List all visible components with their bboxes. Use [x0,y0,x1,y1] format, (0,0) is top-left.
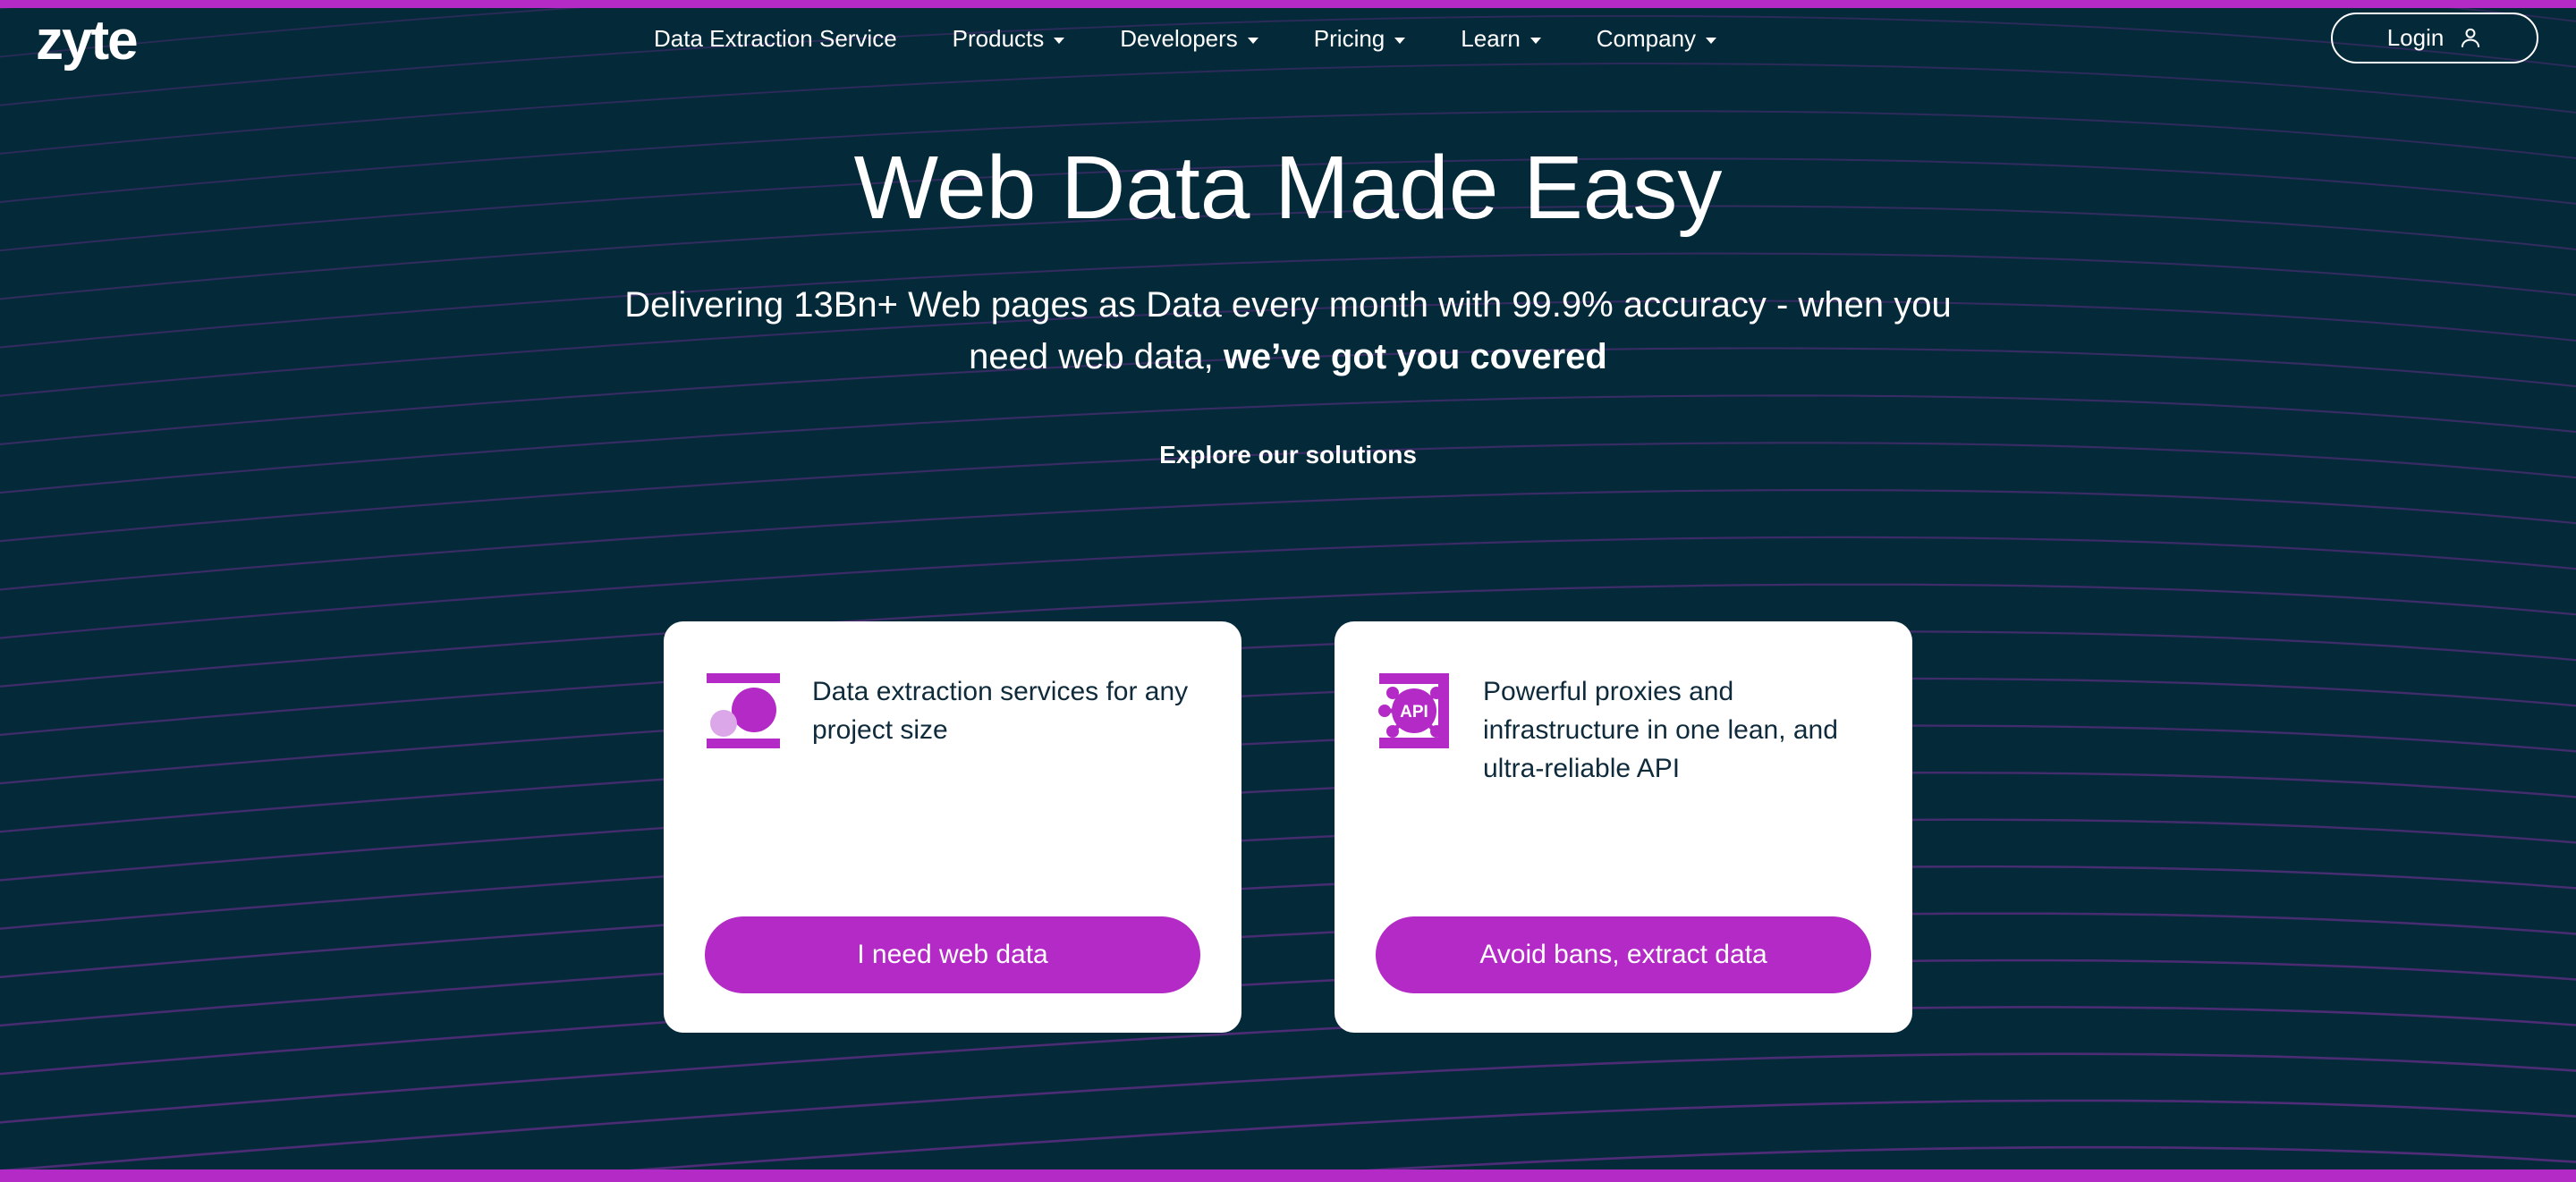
card-header: Data extraction services for any project… [705,668,1200,754]
nav-item-label: Developers [1120,24,1238,52]
nav-item-label: Learn [1461,24,1521,52]
card-description: Powerful proxies and infrastructure in o… [1483,677,1838,783]
subtitle-line-2-bold: we’ve got you covered [1223,337,1607,376]
nav-item-label: Company [1596,24,1697,52]
nav-item-products[interactable]: Products [925,25,1093,53]
user-icon [2462,28,2480,47]
card-header: API Powerful proxies and infrastructure … [1376,668,1871,789]
card-data-extraction[interactable]: Data extraction services for any project… [664,621,1241,1033]
card-description: Data extraction services for any project… [812,677,1189,745]
nav-item-label: Pricing [1313,24,1385,52]
chevron-down-icon [1054,37,1065,44]
login-label: Login [2386,24,2445,51]
site-header: zyte Data Extraction Service Products Deve… [0,8,2576,69]
cta-i-need-web-data[interactable]: I need web data [705,916,1200,993]
hero-subtitle: Delivering 13Bn+ Web pages as Data every… [617,279,1959,383]
explore-solutions-label: Explore our solutions [1159,441,1417,469]
chevron-down-icon [1394,37,1406,44]
cta-avoid-bans[interactable]: Avoid bans, extract data [1376,916,1871,993]
solution-cards: Data extraction services for any project… [0,621,2576,1033]
api-network-icon: API [1378,673,1449,748]
page-title: Web Data Made Easy [853,138,1723,238]
top-accent-bar [0,0,2576,8]
nav-item-developers[interactable]: Developers [1092,25,1286,53]
login-button[interactable]: Login [2331,13,2538,63]
zyte-logo[interactable]: zyte [36,13,139,69]
subtitle-line-1: Delivering 13Bn+ Web pages as Data every… [624,285,1614,325]
main-navigation: Data Extraction Service Products Developer… [626,25,1744,53]
nav-item-company[interactable]: Company [1569,25,1744,53]
card-proxy-api[interactable]: API Powerful proxies and infrastructure … [1335,621,1912,1033]
svg-text:API: API [1400,703,1428,722]
data-extraction-icon [707,673,780,748]
nav-item-label: Data Extraction Service [654,24,897,52]
hero-section: Web Data Made Easy Delivering 13Bn+ Web … [0,107,2576,469]
nav-item-learn[interactable]: Learn [1433,25,1569,53]
nav-item-pricing[interactable]: Pricing [1286,25,1433,53]
nav-item-label: Products [952,24,1045,52]
nav-item-data-extraction-service[interactable]: Data Extraction Service [626,25,925,53]
chevron-down-icon [1247,37,1258,44]
bottom-accent-bar [0,1169,2576,1182]
chevron-down-icon [1530,37,1541,44]
chevron-down-icon [1706,37,1717,44]
